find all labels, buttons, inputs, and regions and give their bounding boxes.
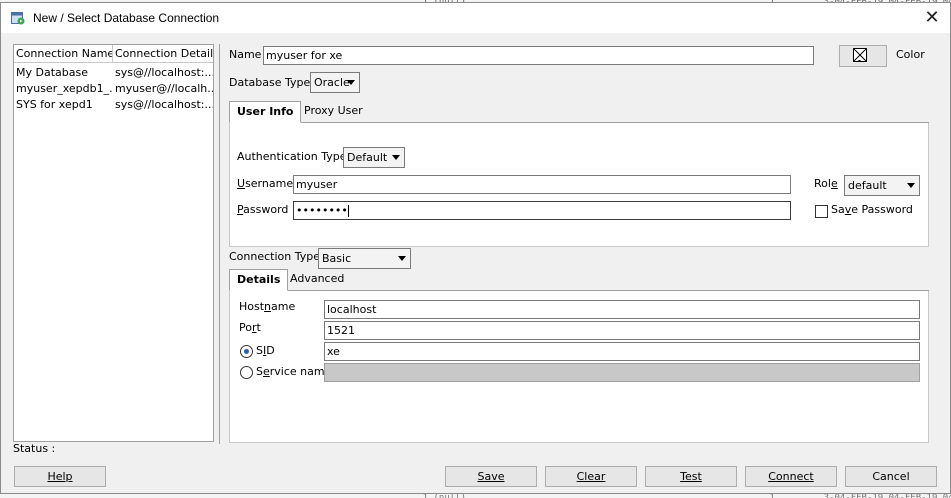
tab-proxy-user[interactable]: Proxy User: [297, 101, 370, 123]
color-picker-button[interactable]: [839, 45, 887, 67]
clear-button-label: Clear: [576, 470, 606, 483]
connection-type-value: Basic: [322, 252, 352, 265]
dialog-title: New / Select Database Connection: [33, 11, 220, 25]
test-button[interactable]: Test: [645, 466, 737, 487]
chevron-down-icon: [347, 80, 355, 85]
port-field[interactable]: 1521: [324, 321, 920, 340]
connection-row[interactable]: SYS for xepd1 sys@//localhost:...: [14, 97, 213, 113]
connection-type-select[interactable]: Basic: [318, 248, 411, 269]
panel-divider[interactable]: [219, 44, 220, 444]
password-value: ••••••••: [296, 204, 348, 217]
sid-label[interactable]: SID: [256, 344, 275, 357]
close-button[interactable]: ✕: [921, 7, 943, 29]
cancel-button[interactable]: Cancel: [845, 466, 937, 487]
authentication-type-value: Default: [347, 151, 388, 164]
help-button[interactable]: Help: [14, 466, 106, 487]
connection-type-label: Connection Type: [229, 250, 321, 263]
connection-name: myuser_xepdb1_...: [16, 82, 112, 95]
save-button[interactable]: Save: [445, 466, 537, 487]
column-header-connection-details[interactable]: Connection Details: [113, 45, 213, 63]
service-name-radio[interactable]: [240, 366, 253, 379]
connection-row[interactable]: My Database sys@//localhost:...: [14, 65, 213, 81]
chevron-down-icon: [907, 183, 915, 188]
connection-row[interactable]: myuser_xepdb1_... myuser@//localh...: [14, 81, 213, 97]
connection-name: My Database: [16, 66, 88, 79]
text-cursor: [347, 205, 349, 217]
save-password-label[interactable]: Save Password: [831, 203, 913, 216]
connection-details: sys@//localhost:...: [115, 66, 213, 79]
service-name-label[interactable]: Service name: [256, 365, 331, 378]
color-swatch-icon: [853, 48, 867, 62]
database-type-label: Database Type: [229, 76, 311, 89]
authentication-type-select[interactable]: Default: [343, 147, 405, 168]
chevron-down-icon: [392, 155, 400, 160]
save-button-label: Save: [477, 470, 505, 483]
tab-user-info[interactable]: User Info: [229, 101, 302, 123]
role-value: default: [848, 179, 887, 192]
role-select[interactable]: default: [844, 175, 920, 196]
username-field[interactable]: myuser: [293, 175, 791, 194]
connection-dialog: New / Select Database Connection ✕ Conne…: [0, 2, 951, 494]
title-bar[interactable]: New / Select Database Connection ✕: [1, 3, 950, 33]
connection-name: SYS for xepd1: [16, 98, 93, 111]
port-label: Port: [239, 321, 261, 334]
radio-selected-dot: [244, 349, 249, 354]
connections-list[interactable]: Connection Name Connection Details My Da…: [13, 44, 214, 442]
connect-button[interactable]: Connect: [745, 466, 837, 487]
connect-button-label: Connect: [768, 470, 814, 483]
database-type-select[interactable]: Oracle: [310, 72, 360, 93]
name-label: Name: [229, 48, 262, 61]
connections-list-header: Connection Name Connection Details: [14, 45, 213, 63]
role-label: Role: [814, 177, 838, 190]
sid-radio[interactable]: [240, 345, 253, 358]
hostname-label: Hostname: [239, 300, 296, 313]
password-field[interactable]: ••••••••: [293, 201, 791, 220]
database-connection-icon: [11, 12, 25, 25]
service-name-field[interactable]: [324, 363, 920, 382]
column-header-connection-name[interactable]: Connection Name: [14, 45, 113, 63]
close-icon: ✕: [924, 7, 940, 28]
chevron-down-icon: [398, 256, 406, 261]
name-field[interactable]: myuser for xe: [263, 46, 814, 65]
sid-field[interactable]: xe: [324, 342, 920, 361]
password-label: Password: [237, 203, 289, 216]
connection-details: myuser@//localh...: [115, 82, 213, 95]
status-label: Status :: [13, 442, 56, 455]
save-password-checkbox[interactable]: [815, 205, 828, 218]
authentication-type-label: Authentication Type: [237, 150, 347, 163]
test-button-label: Test: [680, 470, 702, 483]
database-type-value: Oracle: [314, 76, 350, 89]
connection-details: sys@//localhost:...: [115, 98, 213, 111]
help-button-label: Help: [47, 470, 73, 483]
cancel-button-label: Cancel: [872, 470, 910, 483]
tab-details[interactable]: Details: [229, 269, 289, 291]
tab-advanced[interactable]: Advanced: [283, 269, 351, 291]
hostname-field[interactable]: localhost: [324, 300, 920, 319]
username-label: Username: [237, 177, 294, 190]
clear-button[interactable]: Clear: [545, 466, 637, 487]
color-label: Color: [896, 48, 925, 61]
